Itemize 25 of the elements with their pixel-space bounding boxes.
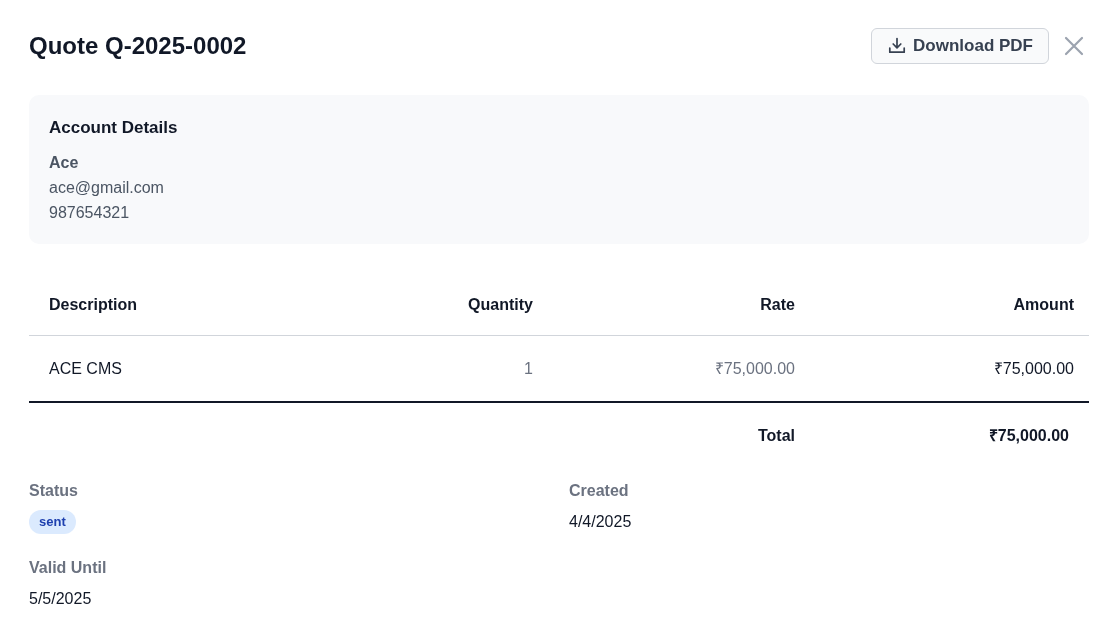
column-header: Rate bbox=[760, 295, 795, 315]
column-header: Description bbox=[49, 295, 137, 315]
column-header: Amount bbox=[1013, 295, 1074, 315]
close-icon bbox=[1064, 36, 1084, 56]
download-icon bbox=[888, 37, 907, 55]
account-name: Ace bbox=[49, 153, 80, 173]
table-cell-text: ₹75,000.00 bbox=[993, 358, 1074, 379]
column-header: Quantity bbox=[468, 295, 533, 315]
download-pdf-button[interactable]: Download PDF bbox=[871, 28, 1049, 64]
table-cell-text: ₹75,000.00 bbox=[714, 358, 795, 379]
total-label: Total bbox=[757, 426, 795, 446]
account-email: ace@gmail.com bbox=[49, 178, 165, 198]
close-button[interactable] bbox=[1062, 34, 1086, 58]
detail-label: Valid Until bbox=[29, 558, 108, 578]
dialog-title: Quote Q-2025-0002 bbox=[29, 31, 247, 61]
account-phone: 987654321 bbox=[49, 203, 131, 223]
detail-value: 4/4/2025 bbox=[569, 512, 633, 532]
section-heading: Account Details bbox=[49, 117, 179, 139]
detail-label: Status bbox=[29, 481, 79, 501]
detail-label: Created bbox=[569, 481, 630, 501]
table-cell-text: 1 bbox=[524, 358, 533, 379]
status-badge: sent bbox=[29, 510, 76, 534]
total-value: ₹75,000.00 bbox=[988, 426, 1069, 446]
detail-value: 5/5/2025 bbox=[29, 589, 93, 609]
table-cell-text: ACE CMS bbox=[49, 358, 122, 379]
